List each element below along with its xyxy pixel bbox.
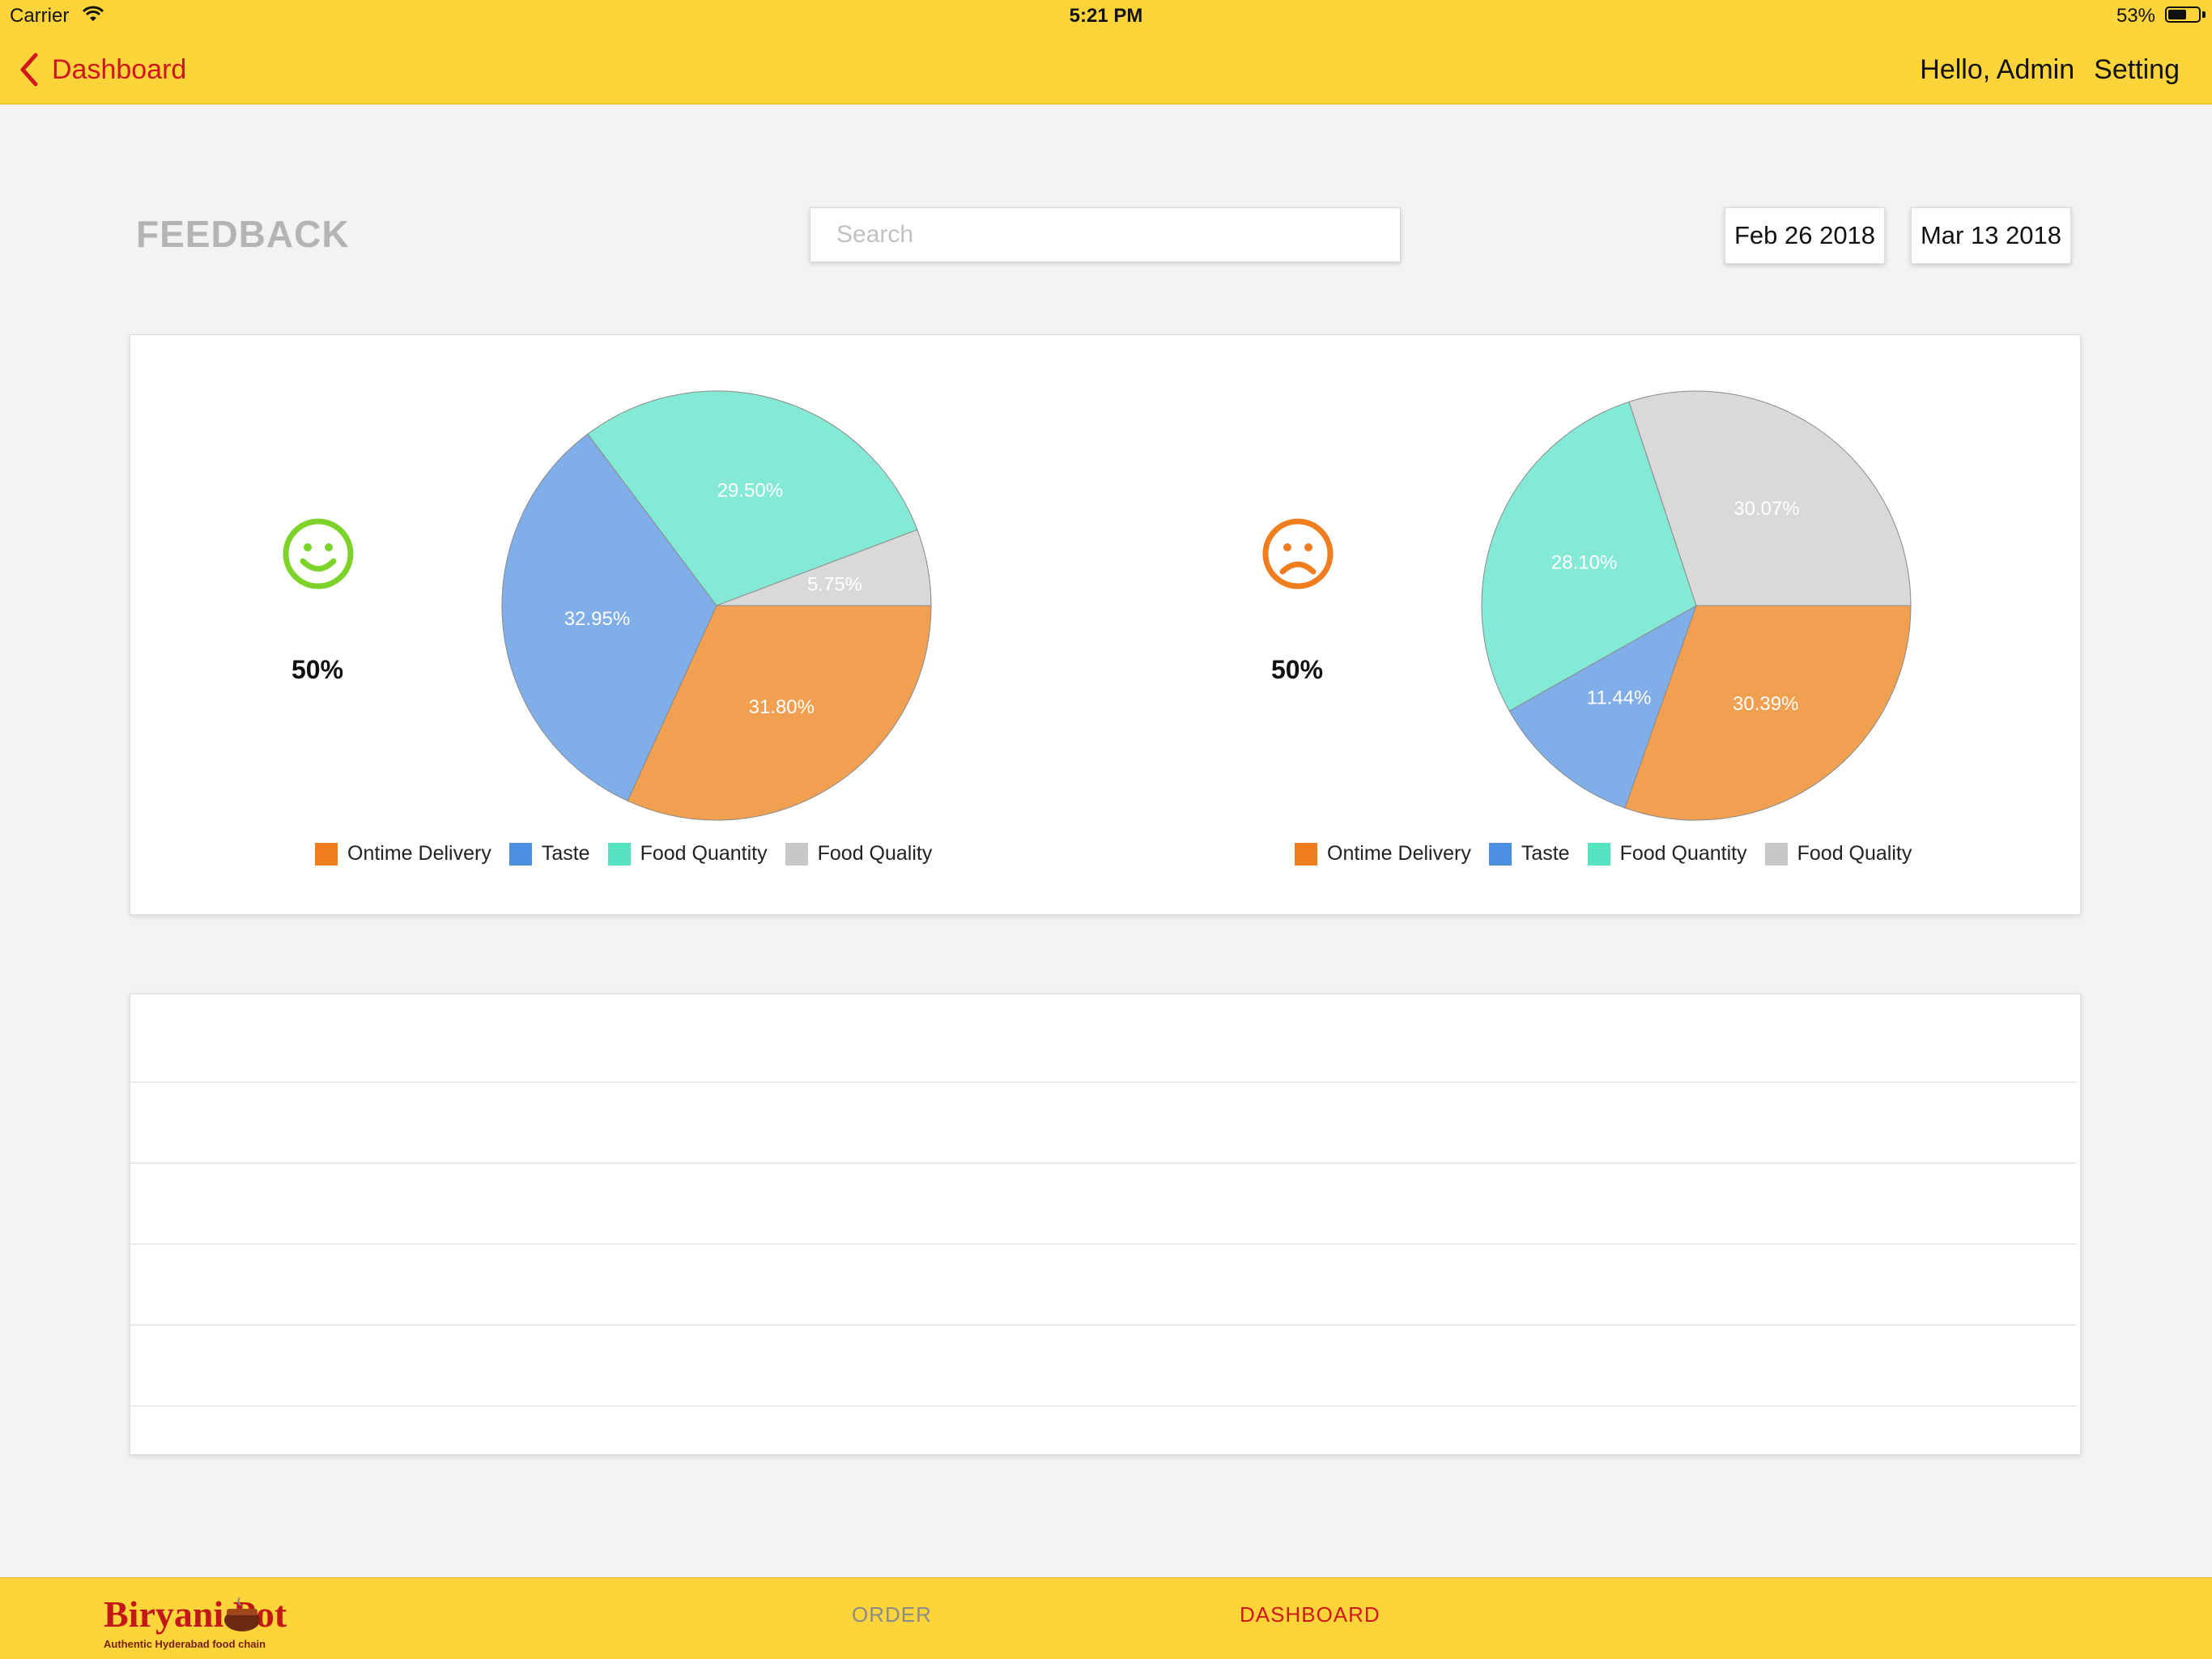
legend-label: Food Quantity [640, 842, 768, 865]
pie-slice-label: 30.07% [1733, 498, 1799, 520]
legend-label: Food Quality [1797, 842, 1912, 865]
top-navigation-bar: Carrier 5:21 PM 53% Dashboard Hello, Adm… [0, 0, 2212, 104]
pot-icon [224, 1597, 260, 1631]
list-item[interactable] [130, 1244, 2077, 1325]
negative-pie-chart: 30.39% 11.44% 28.10% 30.07% [1481, 390, 1912, 821]
legend-item: Taste [1488, 842, 1570, 866]
list-item[interactable] [130, 1163, 2077, 1244]
positive-pie-chart: 31.80% 32.95% 29.50% 5.75% [501, 390, 932, 821]
bottom-tab-bar: Biryani Pot Authentic Hyderabad food cha… [0, 1577, 2212, 1659]
legend-item: Food Quantity [1587, 842, 1747, 866]
legend-label: Taste [1521, 842, 1570, 865]
logo-tagline: Authentic Hyderabad food chain [104, 1638, 266, 1650]
back-button[interactable]: Dashboard [18, 50, 186, 89]
negative-chart-legend: Ontime Delivery Taste Food Quantity Food Qu… [1295, 842, 1929, 866]
positive-chart-legend: Ontime Delivery Taste Food Quantity Food Qu… [315, 842, 950, 866]
chevron-left-icon [20, 53, 38, 87]
feedback-list [130, 993, 2081, 1455]
battery-tip [2202, 11, 2206, 18]
date-from-button[interactable]: Feb 26 2018 [1725, 207, 1885, 264]
legend-label: Food Quality [817, 842, 933, 865]
legend-swatch [1488, 842, 1512, 866]
battery-percent: 53% [2116, 5, 2155, 27]
back-button-label: Dashboard [52, 53, 187, 85]
legend-item: Taste [508, 842, 590, 866]
clock: 5:21 PM [1069, 5, 1143, 27]
positive-percent: 50% [291, 655, 344, 684]
battery-icon [2165, 6, 2201, 23]
legend-swatch [1587, 842, 1610, 866]
pie-slice-label: 32.95% [564, 608, 630, 630]
legend-label: Ontime Delivery [347, 842, 491, 865]
legend-swatch [785, 842, 808, 866]
tab-dashboard[interactable]: DASHBOARD [1240, 1602, 1380, 1627]
legend-item: Food Quantity [607, 842, 768, 866]
tab-order[interactable]: ORDER [852, 1602, 932, 1627]
sad-face-icon [1262, 518, 1334, 589]
smiley-face-icon [283, 518, 354, 589]
legend-label: Food Quantity [1619, 842, 1747, 865]
list-item[interactable] [130, 1082, 2077, 1163]
pie-slice-label: 5.75% [807, 573, 862, 595]
legend-item: Ontime Delivery [1295, 842, 1471, 866]
page-title: FEEDBACK [136, 213, 350, 255]
date-to-button[interactable]: Mar 13 2018 [1911, 207, 2071, 264]
setting-button[interactable]: Setting [2094, 54, 2180, 86]
header-actions: Hello, Admin Setting [1900, 50, 2180, 89]
feedback-chart-card: 50% 31.80% 32.95% 29.50% 5.75% Ontime Deliv… [130, 334, 2081, 915]
legend-swatch [508, 842, 532, 866]
legend-item: Food Quality [1764, 842, 1912, 866]
pie-slice-label: 28.10% [1551, 551, 1617, 573]
legend-label: Taste [541, 842, 590, 865]
biryani-pot-logo: Biryani Pot Authentic Hyderabad food cha… [104, 1588, 298, 1653]
list-item[interactable] [130, 1325, 2077, 1406]
legend-swatch [315, 842, 338, 866]
search-input[interactable] [810, 207, 1401, 262]
legend-item: Ontime Delivery [315, 842, 491, 866]
legend-swatch [1764, 842, 1788, 866]
legend-swatch [607, 842, 631, 866]
greeting-text: Hello, Admin [1920, 53, 2075, 85]
list-item[interactable] [130, 994, 2077, 1083]
legend-item: Food Quality [785, 842, 933, 866]
pie-slice-label: 29.50% [717, 479, 783, 501]
status-bar: Carrier 5:21 PM 53% [0, 0, 2212, 34]
legend-swatch [1295, 842, 1317, 866]
list-item[interactable] [130, 1406, 2077, 1487]
pie-slice-label: 11.44% [1587, 687, 1652, 709]
negative-percent: 50% [1270, 655, 1324, 684]
pie-slice-label: 30.39% [1733, 693, 1798, 715]
legend-label: Ontime Delivery [1327, 842, 1471, 865]
pie-slice-label: 31.80% [749, 696, 815, 718]
